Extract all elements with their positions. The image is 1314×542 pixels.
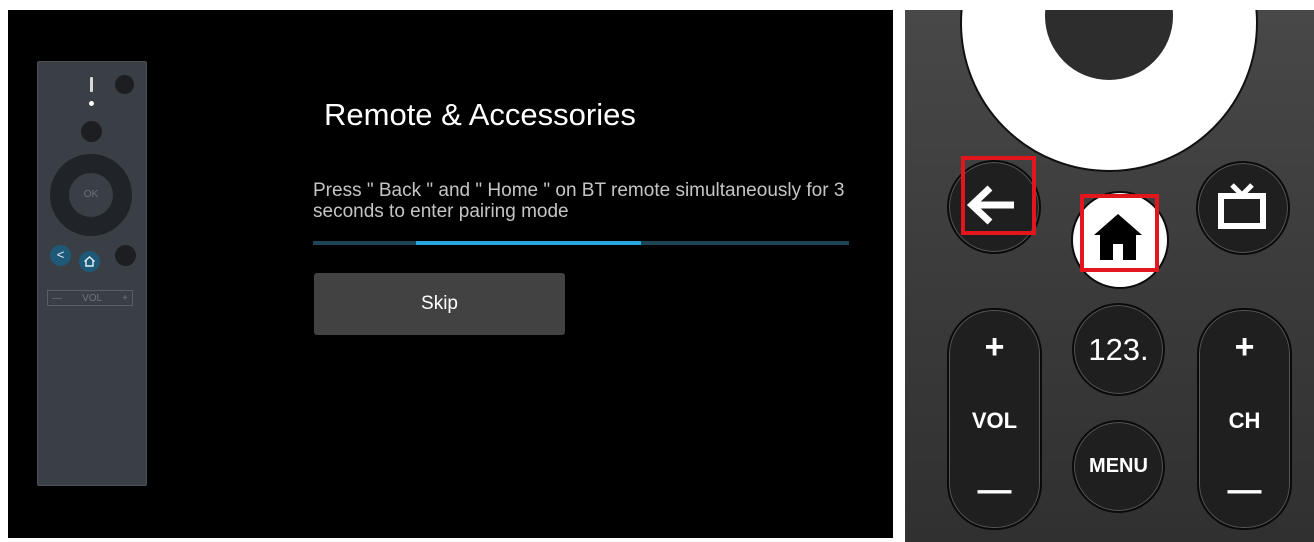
volume-down-label: — — [977, 471, 1012, 509]
remote-photo: 123. MENU + VOL — + CH — — [905, 10, 1314, 542]
tv-screen: OK < — VOL + Remote & Accessories Press … — [8, 10, 893, 538]
power-button-illustration — [115, 75, 134, 94]
home-icon — [84, 256, 95, 267]
menu-button: MENU — [1072, 420, 1165, 513]
channel-rocker: + CH — — [1197, 308, 1292, 530]
channel-down-label: — — [1227, 471, 1262, 509]
vol-minus-label: — — [52, 292, 62, 304]
pairing-progress-fill — [416, 241, 641, 245]
navigation-wheel — [960, 10, 1258, 172]
tv-icon — [1218, 183, 1266, 229]
ok-button — [1045, 10, 1173, 80]
pairing-progress-bar — [313, 241, 849, 245]
numbers-button: 123. — [1072, 303, 1165, 396]
menu-button-illustration — [115, 245, 136, 266]
volume-up-label: + — [984, 328, 1005, 366]
vol-plus-label: + — [122, 292, 128, 304]
mic-button-illustration — [81, 121, 102, 142]
vol-label: VOL — [82, 292, 103, 304]
channel-label: CH — [1228, 408, 1261, 433]
ok-button-illustration: OK — [69, 173, 113, 217]
home-button-highlight — [1080, 194, 1159, 272]
home-button-illustration — [79, 251, 100, 272]
led-indicator-line — [90, 77, 93, 92]
tv-button — [1196, 161, 1290, 255]
volume-rocker-illustration: — VOL + — [47, 290, 133, 306]
pairing-instruction: Press " Back " and " Home " on BT remote… — [313, 180, 845, 222]
skip-button[interactable]: Skip — [314, 273, 565, 335]
led-indicator-dot — [89, 101, 94, 106]
page-title: Remote & Accessories — [324, 97, 636, 132]
channel-up-label: + — [1234, 328, 1255, 366]
back-button-illustration: < — [50, 245, 71, 266]
volume-rocker: + VOL — — [947, 308, 1042, 530]
dpad-illustration: OK — [50, 154, 132, 236]
volume-label: VOL — [971, 408, 1018, 433]
back-button-highlight — [961, 156, 1036, 235]
remote-illustration: OK < — VOL + — [37, 61, 147, 486]
